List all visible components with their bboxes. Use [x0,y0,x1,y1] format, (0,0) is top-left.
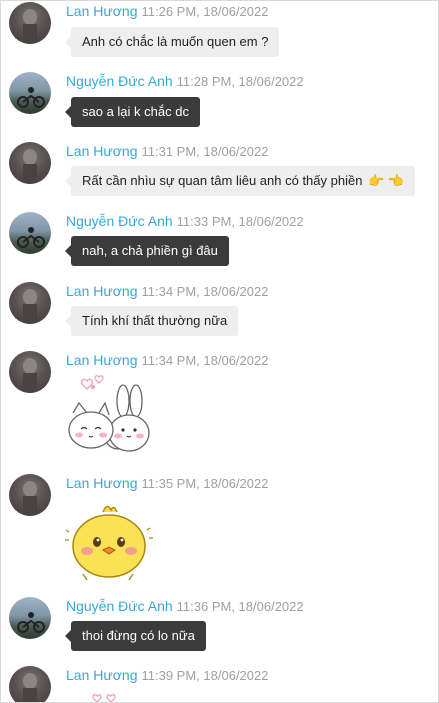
message-bubble[interactable]: thoi đừng có lo nữa [65,621,206,651]
avatar[interactable] [9,597,51,639]
sender-name[interactable]: Lan Hương [66,352,137,368]
timestamp: 11:33 PM, 18/06/2022 [176,214,304,229]
sender-name[interactable]: Lan Hương [66,143,137,159]
message-header: Nguyễn Đức Anh 11:33 PM, 18/06/2022 [66,213,304,230]
message-header: Nguyễn Đức Anh 11:28 PM, 18/06/2022 [66,73,304,90]
chat-message: Nguyễn Đức Anh 11:28 PM, 18/06/2022 sao a… [1,72,438,132]
chat-message: Lan Hương 11:34 PM, 18/06/2022 [1,351,438,466]
timestamp: 11:35 PM, 18/06/2022 [141,476,269,491]
avatar[interactable] [9,351,51,393]
message-bubble[interactable]: Tính khí thất thường nữa [64,306,239,336]
message-text: Rất cần nhìu sự quan tâm liêu anh có thấ… [82,173,363,188]
sender-name[interactable]: Nguyễn Đức Anh [66,598,173,614]
message-header: Lan Hương 11:26 PM, 18/06/2022 [66,3,268,20]
sender-name[interactable]: Lan Hương [66,283,137,299]
timestamp: 11:34 PM, 18/06/2022 [141,284,269,299]
sender-name[interactable]: Lan Hương [66,667,137,683]
sender-name[interactable]: Nguyễn Đức Anh [66,73,173,89]
avatar[interactable] [9,474,51,516]
avatar[interactable] [9,72,51,114]
message-bubble[interactable]: Rất cần nhìu sự quan tâm liêu anh có thấ… [64,166,416,196]
timestamp: 11:31 PM, 18/06/2022 [141,144,269,159]
chat-message: Lan Hương 11:34 PM, 18/06/2022 Tính khí t… [1,282,438,342]
timestamp: 11:28 PM, 18/06/2022 [176,74,304,89]
pointing-hands-emoji-icon: 👉 👈 [368,173,405,188]
message-bubble[interactable]: sao a lại k chắc dc [65,97,200,127]
hearts-sticker-icon[interactable] [63,690,123,702]
chat-message: Lan Hương 11:31 PM, 18/06/2022 Rất cần nh… [1,142,438,202]
timestamp: 11:39 PM, 18/06/2022 [141,668,269,683]
message-header: Lan Hương 11:34 PM, 18/06/2022 [66,283,268,300]
chat-message: Lan Hương 11:35 PM, 18/06/2022 [1,474,438,589]
message-header: Lan Hương 11:39 PM, 18/06/2022 [66,667,268,684]
avatar[interactable] [9,282,51,324]
message-header: Lan Hương 11:34 PM, 18/06/2022 [66,352,268,369]
message-header: Lan Hương 11:35 PM, 18/06/2022 [66,475,268,492]
avatar[interactable] [9,666,51,702]
message-header: Nguyễn Đức Anh 11:36 PM, 18/06/2022 [66,598,304,615]
avatar[interactable] [9,212,51,254]
avatar[interactable] [9,142,51,184]
message-bubble[interactable]: nah, a chả phiền gì đâu [65,236,229,266]
message-header: Lan Hương 11:31 PM, 18/06/2022 [66,143,268,160]
timestamp: 11:26 PM, 18/06/2022 [141,4,269,19]
yellow-chick-sticker-icon[interactable] [63,502,155,587]
chat-history: Lan Hương 11:26 PM, 18/06/2022 Anh có chắ… [0,0,439,703]
timestamp: 11:34 PM, 18/06/2022 [141,353,269,368]
sender-name[interactable]: Lan Hương [66,475,137,491]
sender-name[interactable]: Nguyễn Đức Anh [66,213,173,229]
bunny-cat-sticker-icon[interactable] [63,375,153,470]
chat-message: Nguyễn Đức Anh 11:36 PM, 18/06/2022 thoi … [1,597,438,657]
sender-name[interactable]: Lan Hương [66,3,137,19]
chat-message: Lan Hương 11:39 PM, 18/06/2022 [1,666,438,702]
chat-message: Lan Hương 11:26 PM, 18/06/2022 Anh có chắ… [1,2,438,62]
timestamp: 11:36 PM, 18/06/2022 [176,599,304,614]
message-bubble[interactable]: Anh có chắc là muốn quen em ? [64,27,280,57]
avatar[interactable] [9,2,51,44]
chat-message: Nguyễn Đức Anh 11:33 PM, 18/06/2022 nah, … [1,212,438,272]
